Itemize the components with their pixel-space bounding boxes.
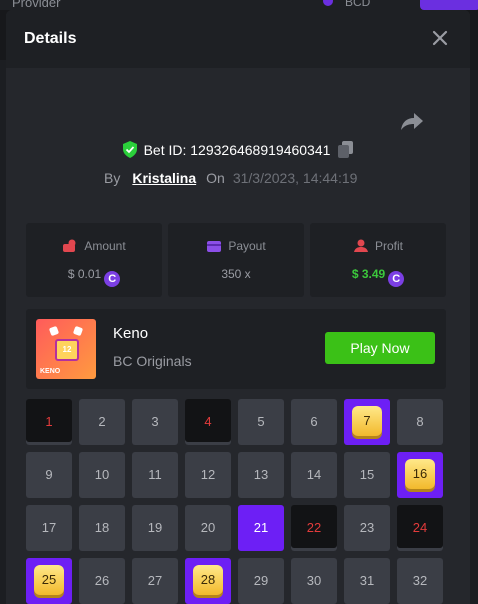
bet-id-value: 129326468919460341 <box>190 142 331 158</box>
bc-coin-icon: C <box>388 271 405 287</box>
keno-cell-7: 7 <box>344 399 390 445</box>
shield-check-icon <box>122 141 138 161</box>
game-name: Keno <box>113 325 149 342</box>
keno-cell-18: 18 <box>79 505 125 551</box>
keno-hit-gem: 28 <box>193 565 223 595</box>
keno-hit-gem: 7 <box>352 406 382 436</box>
stat-profit-value: $ 3.49 <box>351 267 386 281</box>
stat-amount-label: Amount <box>84 239 126 253</box>
copy-icon[interactable] <box>338 141 354 161</box>
stat-profit-value-wrap: $ 3.49 C <box>310 267 446 287</box>
bet-datetime: 31/3/2023, 14:44:19 <box>232 170 358 186</box>
keno-cell-27: 27 <box>132 558 178 604</box>
keno-cell-6: 6 <box>291 399 337 445</box>
play-now-button[interactable]: Play Now <box>325 332 435 364</box>
bet-byline: By Kristalina On 31/3/2023, 14:44:19 <box>104 170 357 186</box>
stat-amount: Amount $ 0.01 C <box>26 223 162 297</box>
keno-cell-26: 26 <box>79 558 125 604</box>
keno-cell-9: 9 <box>26 452 72 498</box>
modal-title: Details <box>24 30 77 47</box>
keno-cell-10: 10 <box>79 452 125 498</box>
thumb-decoration <box>48 325 60 337</box>
bet-id-label: Bet ID: <box>143 142 187 158</box>
bet-id-line: Bet ID: 129326468919460341 <box>6 141 470 161</box>
thumb-decoration <box>72 325 84 337</box>
payout-icon <box>207 241 222 252</box>
modal-header: Details <box>6 10 470 68</box>
stat-profit-label: Profit <box>374 239 403 253</box>
keno-cell-15: 15 <box>344 452 390 498</box>
keno-cell-16: 16 <box>397 452 443 498</box>
background-coin-icon <box>323 0 333 6</box>
profit-icon <box>353 239 368 252</box>
background-currency: BCD <box>345 0 371 9</box>
keno-cell-20: 20 <box>185 505 231 551</box>
keno-cell-24: 24 <box>397 505 443 551</box>
keno-hit-gem: 16 <box>405 459 435 489</box>
background-wallet-button[interactable] <box>420 0 478 10</box>
keno-cell-28: 28 <box>185 558 231 604</box>
stat-payout: Payout 350 x <box>168 223 304 297</box>
thumb-name: KENO <box>40 368 61 375</box>
keno-cell-17: 17 <box>26 505 72 551</box>
stat-payout-value: 350 x <box>221 267 251 281</box>
keno-cell-25: 25 <box>26 558 72 604</box>
stat-payout-header: Payout <box>168 239 304 253</box>
bc-coin-icon: C <box>104 271 121 287</box>
stat-profit: Profit $ 3.49 C <box>310 223 446 297</box>
keno-cell-31: 31 <box>344 558 390 604</box>
close-icon[interactable] <box>428 26 452 50</box>
keno-cell-30: 30 <box>291 558 337 604</box>
stat-profit-header: Profit <box>310 239 446 253</box>
stat-payout-label: Payout <box>228 239 266 253</box>
share-icon[interactable] <box>400 110 424 132</box>
keno-cell-29: 29 <box>238 558 284 604</box>
keno-cell-11: 11 <box>132 452 178 498</box>
keno-cell-2: 2 <box>79 399 125 445</box>
keno-thumbnail[interactable]: 12 KENO <box>36 319 96 379</box>
keno-cell-1: 1 <box>26 399 72 445</box>
keno-hit-gem: 25 <box>34 565 64 595</box>
keno-cell-23: 23 <box>344 505 390 551</box>
keno-cell-21: 21 <box>238 505 284 551</box>
keno-cell-12: 12 <box>185 452 231 498</box>
stat-amount-value: $ 0.01 <box>67 267 102 281</box>
keno-cell-19: 19 <box>132 505 178 551</box>
game-card: 12 KENO Keno BC Originals Play Now <box>26 309 446 389</box>
keno-cell-5: 5 <box>238 399 284 445</box>
keno-cell-32: 32 <box>397 558 443 604</box>
stat-amount-value-wrap: $ 0.01 C <box>26 267 162 287</box>
by-label: By <box>104 170 121 186</box>
background-provider-label: Provider <box>12 0 61 10</box>
background-right-strip <box>470 70 478 604</box>
game-provider: BC Originals <box>113 353 192 369</box>
keno-cell-22: 22 <box>291 505 337 551</box>
username-link[interactable]: Kristalina <box>132 170 196 186</box>
keno-cell-4: 4 <box>185 399 231 445</box>
stat-amount-header: Amount <box>26 239 162 253</box>
keno-cell-3: 3 <box>132 399 178 445</box>
details-modal: Details Bet ID: 129326468919460341 By Kri… <box>6 10 470 604</box>
background-topbar: Provider BCD <box>0 0 478 10</box>
keno-cell-14: 14 <box>291 452 337 498</box>
keno-cell-13: 13 <box>238 452 284 498</box>
keno-cell-8: 8 <box>397 399 443 445</box>
amount-icon <box>63 239 76 252</box>
bet-stats: Amount $ 0.01 C Payout 350 x Profit $ 3.4… <box>26 223 446 297</box>
thumb-tile: 12 <box>55 339 79 361</box>
on-label: On <box>206 170 225 186</box>
